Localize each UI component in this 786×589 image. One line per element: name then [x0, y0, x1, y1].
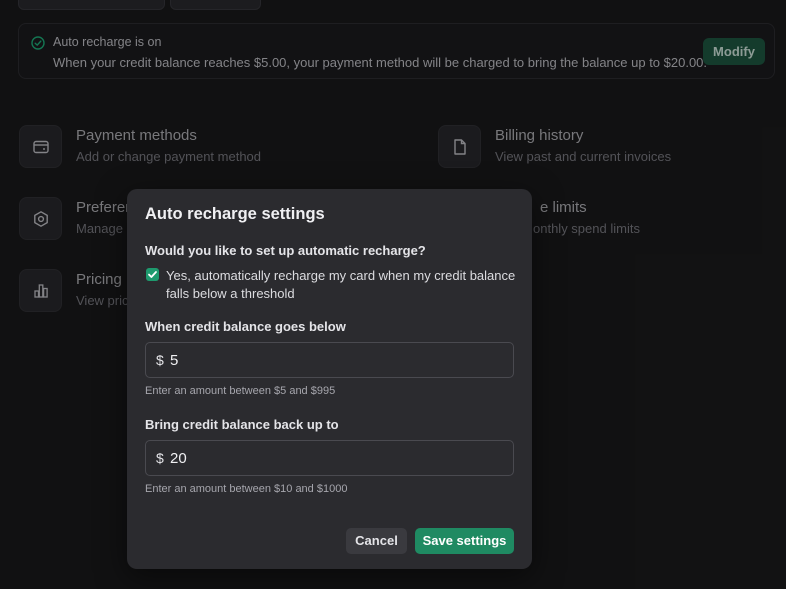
- threshold-input[interactable]: [170, 349, 500, 371]
- auto-recharge-checkbox[interactable]: [146, 268, 159, 281]
- setup-question: Would you like to set up automatic recha…: [145, 243, 426, 258]
- auto-recharge-dialog: Auto recharge settings Would you like to…: [127, 189, 532, 569]
- target-hint: Enter an amount between $10 and $1000: [145, 483, 348, 495]
- target-input[interactable]: [170, 447, 500, 469]
- threshold-label: When credit balance goes below: [145, 319, 346, 334]
- target-label: Bring credit balance back up to: [145, 417, 339, 432]
- cancel-button[interactable]: Cancel: [346, 528, 407, 554]
- currency-symbol: $: [156, 352, 164, 368]
- save-settings-button[interactable]: Save settings: [415, 528, 514, 554]
- checkbox-label[interactable]: Yes, automatically recharge my card when…: [166, 267, 516, 303]
- threshold-hint: Enter an amount between $5 and $995: [145, 385, 336, 397]
- dialog-title: Auto recharge settings: [145, 205, 325, 223]
- target-field[interactable]: $: [145, 440, 514, 476]
- checkmark-icon: [148, 271, 157, 278]
- threshold-field[interactable]: $: [145, 342, 514, 378]
- currency-symbol: $: [156, 450, 164, 466]
